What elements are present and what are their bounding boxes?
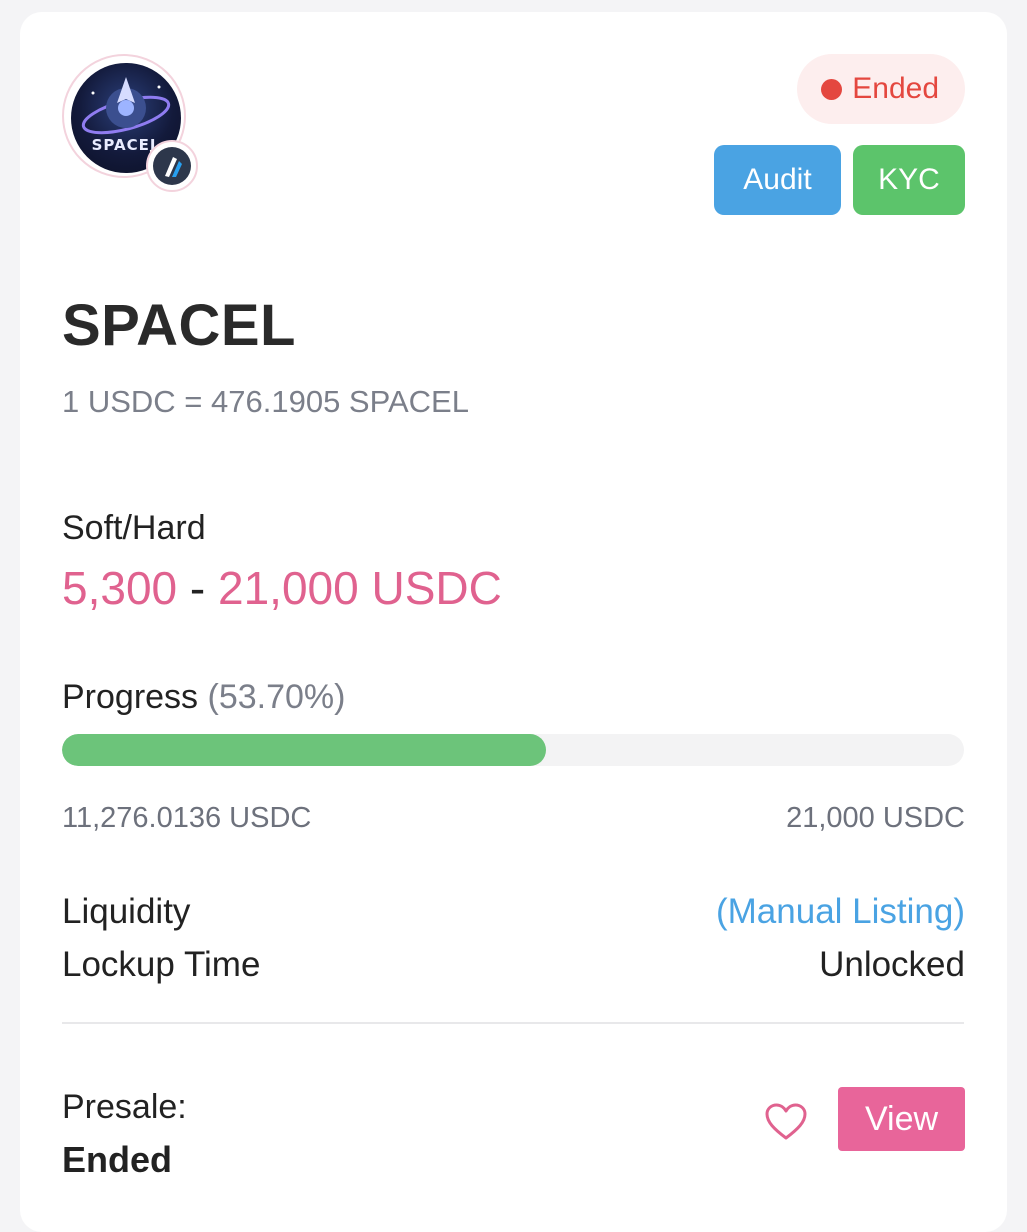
status-dot-icon (821, 78, 843, 100)
progress-label: Progress (62, 678, 199, 716)
exchange-rate: 1 USDC = 476.1905 SPACEL (62, 384, 469, 419)
divider (62, 1022, 964, 1024)
liquidity-value-link[interactable]: (Manual Listing) (716, 892, 965, 932)
presale-status: Ended (62, 1139, 173, 1180)
tag-row: Audit KYC (714, 145, 965, 215)
status-badge: Ended (797, 54, 965, 124)
progress-bar (62, 734, 964, 766)
raised-amount: 11,276.0136 USDC (62, 802, 312, 834)
view-button[interactable]: View (838, 1087, 965, 1151)
presale-card: SPACEL Ended Audit KYC SPACEL 1 USDC = 4… (20, 12, 1007, 1232)
soft-cap: 5,300 (62, 562, 178, 614)
audit-badge[interactable]: Audit (714, 145, 841, 215)
status-text: Ended (852, 72, 939, 105)
favorite-button[interactable] (764, 1102, 808, 1142)
heart-icon (765, 1103, 807, 1140)
progress-heading: Progress (53.70%) (62, 678, 345, 717)
lockup-time-value: Unlocked (819, 945, 965, 984)
presale-label: Presale: (62, 1088, 187, 1126)
kyc-badge[interactable]: KYC (853, 145, 965, 215)
token-logo[interactable]: SPACEL (62, 54, 202, 194)
caps-label: Soft/Hard (62, 509, 206, 547)
lockup-time-label: Lockup Time (62, 945, 261, 984)
chain-badge (146, 140, 198, 192)
caps-separator: - (189, 562, 206, 614)
liquidity-label: Liquidity (62, 892, 191, 931)
token-name: SPACEL (62, 293, 296, 358)
hard-cap: 21,000 USDC (218, 562, 502, 614)
caps-values: 5,300 - 21,000 USDC (62, 561, 502, 615)
target-amount: 21,000 USDC (786, 802, 965, 834)
progress-percent: (53.70%) (207, 678, 346, 716)
arbitrum-icon (153, 147, 191, 185)
progress-fill (62, 734, 547, 766)
